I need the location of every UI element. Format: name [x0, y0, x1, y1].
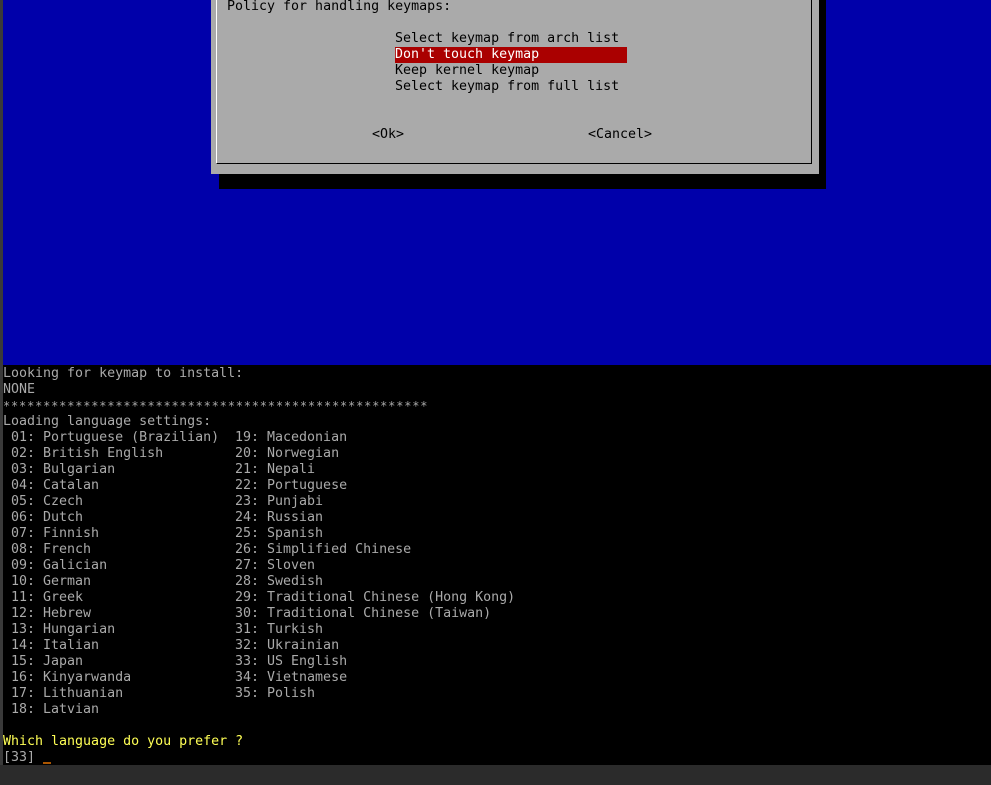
language-option: 31: Turkish [235, 622, 324, 637]
question-text: Which language do you prefer ? [3, 734, 244, 749]
dialog-shadow-right [819, 0, 826, 189]
separator-line: ****************************************… [3, 399, 429, 413]
console-screen: Policy for handling keymaps: Select keym… [0, 0, 991, 785]
dialog-prompt: Policy for handling keymaps: [227, 0, 452, 14]
language-option: 34: Vietnamese [235, 670, 348, 685]
text-cursor [43, 762, 52, 764]
language-option: 02: British English [3, 446, 164, 461]
language-option: 20: Norwegian [235, 446, 340, 461]
language-option: 10: German [3, 574, 92, 589]
language-option: 19: Macedonian [235, 430, 348, 445]
language-list-right: 19: Macedonian 20: Norwegian 21: Nepali 22:… [235, 430, 515, 702]
language-option: 08: French [3, 542, 92, 557]
language-option: 01: Portuguese (Brazilian) [3, 430, 220, 445]
language-option: 35: Polish [235, 686, 316, 701]
language-option: 15: Japan [3, 654, 84, 669]
language-option: 17: Lithuanian [3, 686, 124, 701]
keymap-policy-dialog: Policy for handling keymaps: Select keym… [211, 0, 819, 174]
language-option: 18: Latvian [3, 702, 100, 717]
language-option: 11: Greek [3, 590, 84, 605]
language-option: 32: Ukrainian [235, 638, 340, 653]
language-option: 30: Traditional Chinese (Taiwan) [235, 606, 492, 621]
language-question: Which language do you prefer ? [3, 734, 243, 750]
ok-button[interactable]: <Ok> [372, 127, 404, 143]
language-option: 24: Russian [235, 510, 324, 525]
language-option: 04: Catalan [3, 478, 100, 493]
language-option: 06: Dutch [3, 510, 84, 525]
language-option: 25: Spanish [235, 526, 324, 541]
language-option: 27: Sloven [235, 558, 316, 573]
language-option: 12: Hebrew [3, 606, 92, 621]
language-option: 05: Czech [3, 494, 84, 509]
language-option: 14: Italian [3, 638, 100, 653]
default-choice: [33] [3, 750, 44, 765]
menu-item-dont-touch-keymap[interactable]: Don't touch keymap [395, 47, 627, 63]
language-option: 22: Portuguese [235, 478, 348, 493]
cancel-button[interactable]: <Cancel> [588, 127, 652, 143]
menu-item-select-arch-keymap[interactable]: Select keymap from arch list [395, 31, 619, 47]
language-option: 07: Finnish [3, 526, 100, 541]
language-option: 23: Punjabi [235, 494, 324, 509]
language-list-left: 01: Portuguese (Brazilian) 02: British E… [3, 430, 219, 718]
keymap-result-line: NONE [3, 382, 36, 397]
terminal-output: Looking for keymap to install: NONE ****… [3, 365, 991, 765]
language-option: 13: Hungarian [3, 622, 116, 637]
language-option: 03: Bulgarian [3, 462, 116, 477]
looking-keymap-line: Looking for keymap to install: [3, 366, 244, 381]
language-option: 09: Galician [3, 558, 108, 573]
language-option: 16: Kinyarwanda [3, 670, 132, 685]
menu-item-select-full-keymap[interactable]: Select keymap from full list [395, 79, 619, 95]
language-option: 29: Traditional Chinese (Hong Kong) [235, 590, 516, 605]
language-option: 26: Simplified Chinese [235, 542, 412, 557]
language-option: 21: Nepali [235, 462, 316, 477]
dialog-shadow [219, 174, 826, 189]
menu-item-keep-kernel-keymap[interactable]: Keep kernel keymap [395, 63, 539, 79]
language-input-line[interactable]: [33] [3, 750, 52, 766]
loading-language-line: Loading language settings: [3, 414, 212, 429]
language-option: 33: US English [235, 654, 348, 669]
window-bottom-bar [0, 765, 991, 785]
language-option: 28: Swedish [235, 574, 324, 589]
